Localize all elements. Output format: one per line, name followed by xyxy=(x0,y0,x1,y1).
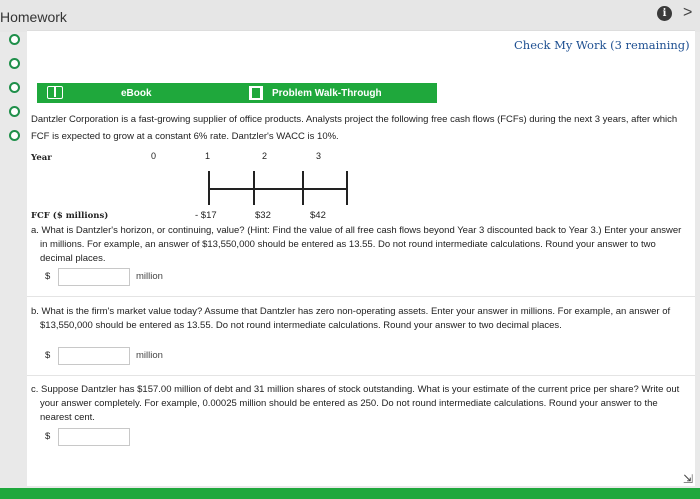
page-title: Homework xyxy=(0,9,67,25)
year-3: 3 xyxy=(316,151,322,161)
walkthrough-label: Problem Walk-Through xyxy=(272,88,382,99)
fcf-year-1: - $17 xyxy=(195,210,217,221)
currency-symbol: $ xyxy=(45,350,51,361)
question-nav-radio[interactable] xyxy=(9,82,20,93)
question-nav-radio[interactable] xyxy=(9,58,20,69)
bottom-status-bar xyxy=(0,488,700,499)
question-nav-radio[interactable] xyxy=(9,106,20,117)
question-b-text: b. What is the firm's market value today… xyxy=(31,306,671,331)
timeline-tick xyxy=(208,171,210,205)
chevron-right-icon[interactable]: > xyxy=(683,4,692,22)
fcf-year-3: $42 xyxy=(310,210,326,221)
currency-symbol: $ xyxy=(45,431,51,442)
question-nav-radio[interactable] xyxy=(9,34,20,45)
problem-walkthrough-button[interactable]: Problem Walk-Through xyxy=(240,83,437,103)
fcf-label: FCF ($ millions) xyxy=(31,211,109,221)
question-a: a. What is Dantzler's horizon, or contin… xyxy=(31,224,691,266)
timeline-tick xyxy=(253,171,255,205)
question-nav-radio[interactable] xyxy=(9,130,20,141)
question-nav-rail xyxy=(0,32,28,492)
ebook-button[interactable]: eBook xyxy=(37,83,245,103)
question-a-text: a. What is Dantzler's horizon, or contin… xyxy=(31,225,682,264)
unit-label: million xyxy=(136,271,163,282)
unit-label: million xyxy=(136,350,163,361)
section-divider xyxy=(27,375,695,376)
question-b: b. What is the firm's market value today… xyxy=(31,305,691,333)
problem-intro: Dantzler Corporation is a fast-growing s… xyxy=(31,114,678,142)
timeline-tick xyxy=(346,171,348,205)
top-bar: Homework i > xyxy=(0,0,700,32)
currency-symbol: $ xyxy=(45,271,51,282)
timeline-axis xyxy=(208,188,348,190)
timeline-tick xyxy=(302,171,304,205)
resize-handle-icon[interactable]: ⇲ xyxy=(683,472,693,486)
section-divider xyxy=(27,296,695,297)
question-c: c. Suppose Dantzler has $157.00 million … xyxy=(31,383,691,425)
question-c-text: c. Suppose Dantzler has $157.00 million … xyxy=(31,384,680,423)
check-my-work-link[interactable]: Check My Work (3 remaining) xyxy=(514,38,690,52)
answer-a-input[interactable] xyxy=(58,268,130,286)
answer-b-input[interactable] xyxy=(58,347,130,365)
book-icon xyxy=(47,86,63,99)
video-icon xyxy=(249,86,263,100)
year-1: 1 xyxy=(205,151,211,161)
fcf-year-2: $32 xyxy=(255,210,271,221)
year-label: Year xyxy=(31,153,52,163)
year-2: 2 xyxy=(262,151,268,161)
question-card: Check My Work (3 remaining) eBook Proble… xyxy=(27,30,695,486)
year-0: 0 xyxy=(151,151,157,161)
answer-c-input[interactable] xyxy=(58,428,130,446)
ebook-label: eBook xyxy=(121,88,152,99)
info-icon[interactable]: i xyxy=(657,6,672,21)
